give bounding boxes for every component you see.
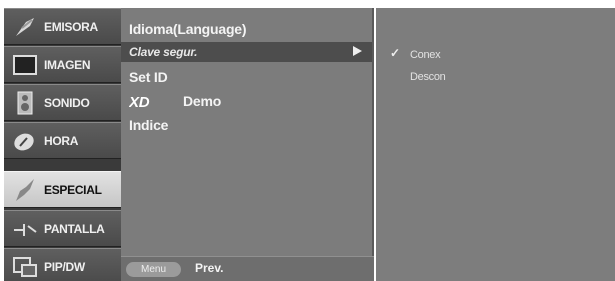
category-sonido[interactable]: SONIDO: [4, 84, 121, 121]
submenu-item-label: Indice: [129, 117, 169, 133]
submenu-item-idioma[interactable]: Idioma(Language): [129, 18, 247, 40]
category-label: SONIDO: [44, 95, 90, 110]
category-label: EMISORA: [44, 19, 98, 34]
menu-button[interactable]: Menu: [126, 262, 181, 277]
submenu-item-label: Set ID: [129, 69, 168, 85]
submenu-item-indice[interactable]: Indice: [129, 114, 168, 136]
option-conex[interactable]: Conex: [410, 49, 441, 61]
submenu-item-label: Clave segur.: [129, 45, 198, 59]
category-emisora[interactable]: EMISORA: [4, 8, 121, 45]
category-label: HORA: [44, 133, 79, 148]
category-column: EMISORA IMAGEN SONIDO HORA ESPECIAL PANT…: [4, 8, 121, 281]
clock-icon: [14, 133, 34, 150]
submenu-item-clave-segur[interactable]: Clave segur.: [129, 41, 198, 63]
pip-icon: [13, 256, 37, 277]
category-hora[interactable]: HORA: [4, 122, 121, 159]
picture-icon: [13, 54, 37, 75]
xd-logo-icon: XD: [129, 94, 150, 108]
submenu-item-set-id[interactable]: Set ID: [129, 66, 168, 88]
category-imagen[interactable]: IMAGEN: [4, 46, 121, 83]
submenu-item-label: Idioma(Language): [129, 21, 247, 37]
option-descon[interactable]: Descon: [410, 71, 446, 83]
xd-logo-text: XD: [129, 94, 150, 108]
category-label: IMAGEN: [44, 57, 91, 72]
special-icon: [16, 178, 34, 201]
antenna-icon: [16, 17, 34, 36]
submenu-item-label: Demo: [183, 93, 222, 109]
screen-icon: [14, 223, 37, 236]
arrow-right-icon: [353, 46, 362, 56]
speaker-icon: [17, 91, 33, 114]
tv-osd-menu: EMISORA IMAGEN SONIDO HORA ESPECIAL PANT…: [0, 0, 615, 281]
category-pip-dw[interactable]: PIP/DW: [4, 248, 121, 281]
category-label: ESPECIAL: [44, 182, 102, 197]
category-pantalla[interactable]: PANTALLA: [4, 210, 121, 247]
submenu-item-demo[interactable]: XD Demo: [129, 90, 221, 112]
submenu-panel: Idioma(Language) Clave segur. Set ID XD …: [121, 8, 374, 281]
check-icon: ✓: [390, 46, 401, 60]
category-label: PIP/DW: [44, 259, 85, 274]
category-especial[interactable]: ESPECIAL: [4, 171, 121, 208]
prev-label: Prev.: [195, 261, 224, 275]
category-label: PANTALLA: [44, 221, 105, 236]
bottom-hint-bar: Menu Prev.: [121, 256, 374, 281]
options-panel: ✓ Conex Descon: [376, 8, 615, 281]
